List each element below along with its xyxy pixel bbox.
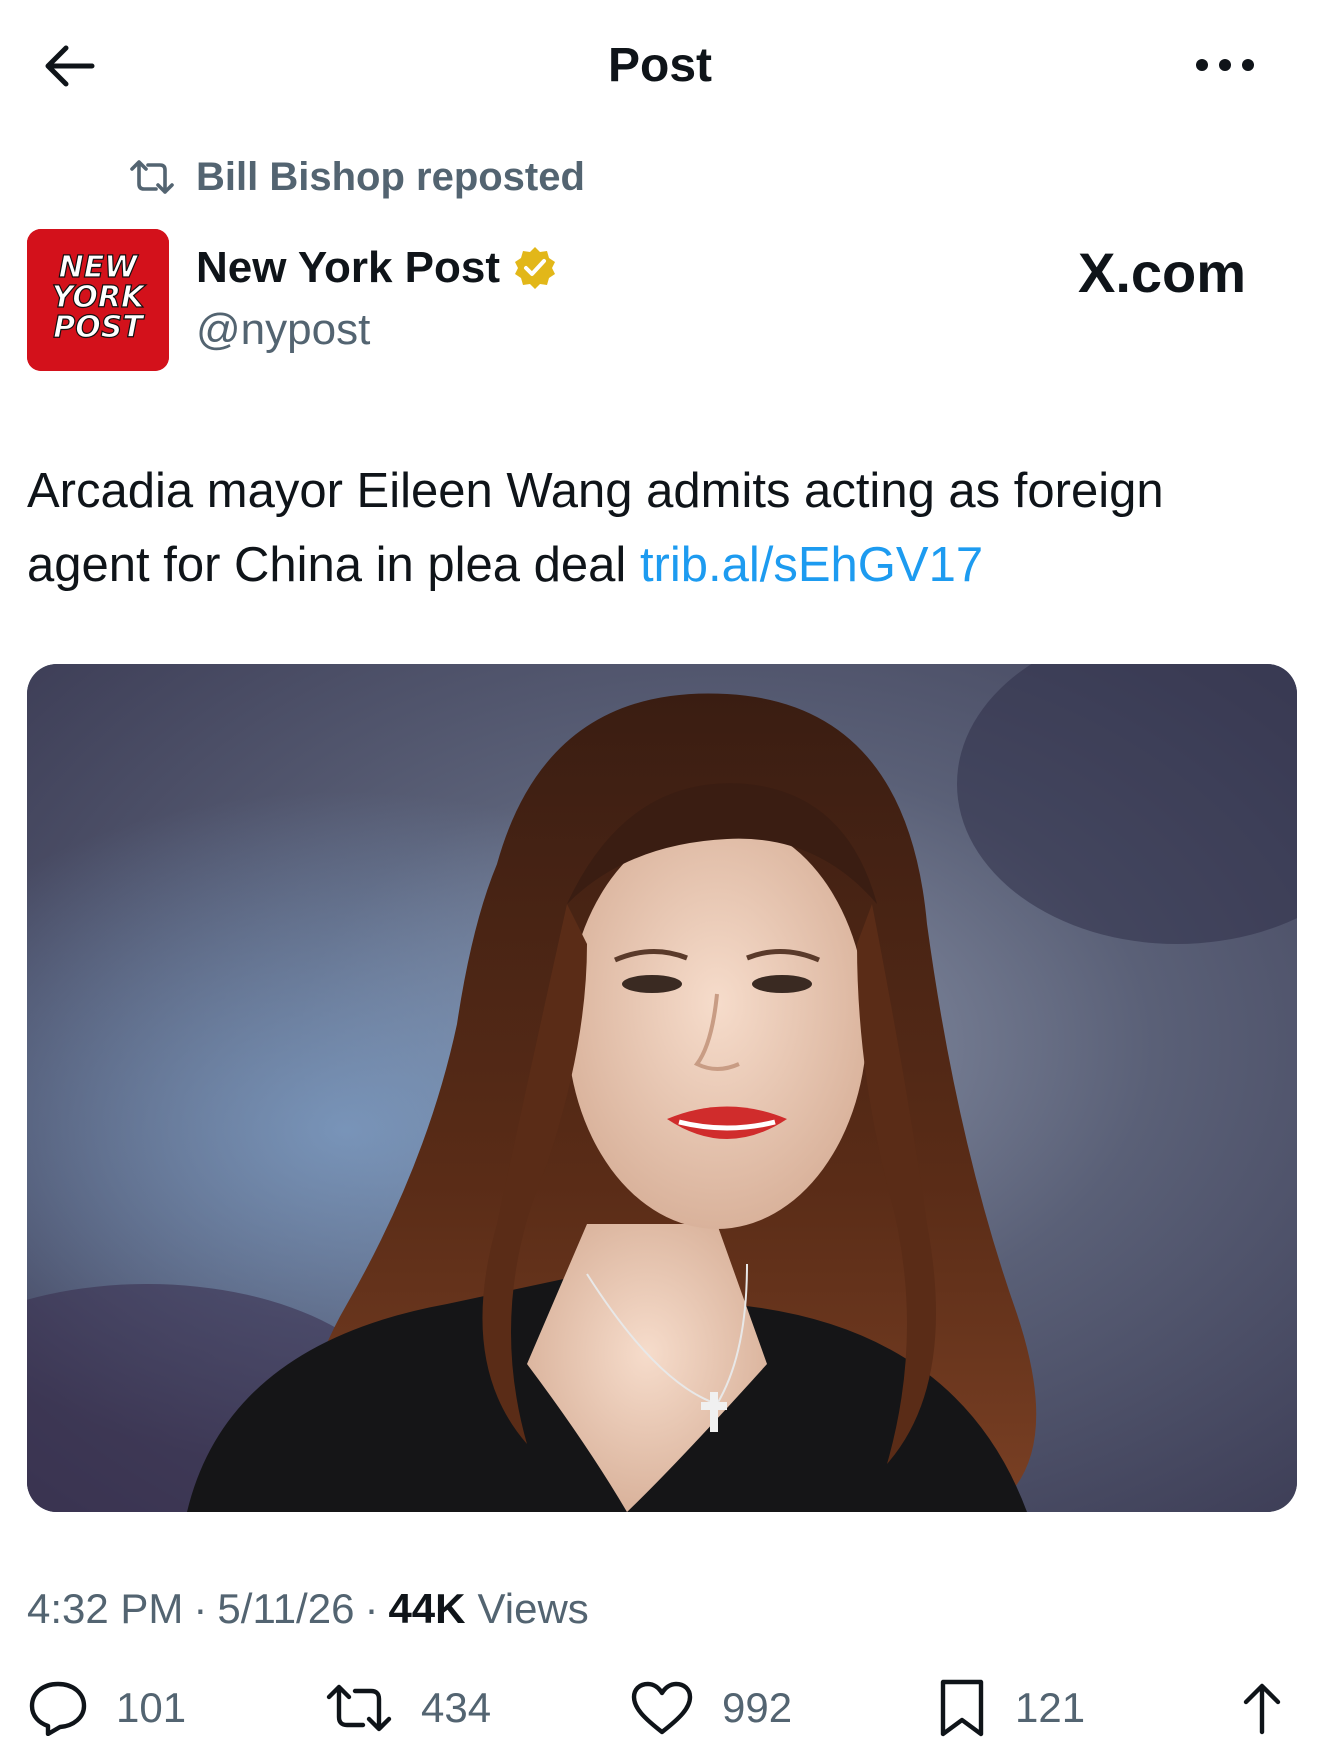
- post-body: Arcadia mayor Eileen Wang admits acting …: [27, 464, 1164, 592]
- bookmark-count: 121: [1015, 1684, 1086, 1731]
- views-count: 44K: [388, 1585, 466, 1632]
- like-icon: [630, 1680, 694, 1736]
- post-meta: 4:32 PM · 5/11/26 · 44K Views: [27, 1585, 589, 1633]
- action-bar: 101 434 992 121: [0, 1668, 1320, 1748]
- new-york-post-logo: NEW YORK POST: [27, 229, 169, 371]
- repost-icon: [128, 159, 176, 195]
- portrait-photo: [27, 664, 1297, 1512]
- author-handle[interactable]: @nypost: [196, 305, 370, 355]
- bookmark-button[interactable]: 121: [937, 1668, 1085, 1748]
- views-label: Views: [477, 1585, 589, 1632]
- post-time[interactable]: 4:32 PM: [27, 1585, 183, 1633]
- verified-badge-icon: [512, 245, 558, 291]
- author-name: New York Post: [196, 243, 501, 292]
- avatar-text-line: POST: [53, 310, 145, 345]
- more-horizontal-icon: [1195, 58, 1255, 72]
- share-button[interactable]: [1240, 1668, 1284, 1748]
- post-text: Arcadia mayor Eileen Wang admits acting …: [27, 454, 1297, 602]
- repost-icon: [325, 1683, 393, 1733]
- bookmark-icon: [937, 1678, 987, 1738]
- more-options-button[interactable]: [1190, 40, 1260, 90]
- top-bar: Post: [0, 0, 1320, 130]
- post-media-photo[interactable]: [27, 664, 1297, 1512]
- page-title: Post: [607, 39, 712, 92]
- source-watermark: X.com: [1078, 241, 1247, 304]
- avatar[interactable]: NEW YORK POST: [27, 229, 169, 371]
- repost-context[interactable]: Bill Bishop reposted: [128, 152, 585, 202]
- repost-button[interactable]: 434: [325, 1668, 491, 1748]
- repost-count: 434: [421, 1684, 492, 1731]
- reply-count: 101: [116, 1684, 187, 1731]
- share-icon: [1240, 1680, 1284, 1736]
- like-button[interactable]: 992: [630, 1668, 792, 1748]
- post-link[interactable]: trib.al/sEhGV17: [640, 538, 983, 592]
- author-name-row[interactable]: New York Post: [196, 243, 558, 293]
- post-date[interactable]: 5/11/26: [217, 1585, 354, 1633]
- meta-separator: ·: [364, 1585, 379, 1632]
- reply-button[interactable]: 101: [28, 1668, 186, 1748]
- meta-separator: ·: [193, 1585, 208, 1632]
- like-count: 992: [722, 1684, 793, 1731]
- reply-icon: [28, 1680, 88, 1736]
- repost-label: Bill Bishop reposted: [196, 154, 585, 199]
